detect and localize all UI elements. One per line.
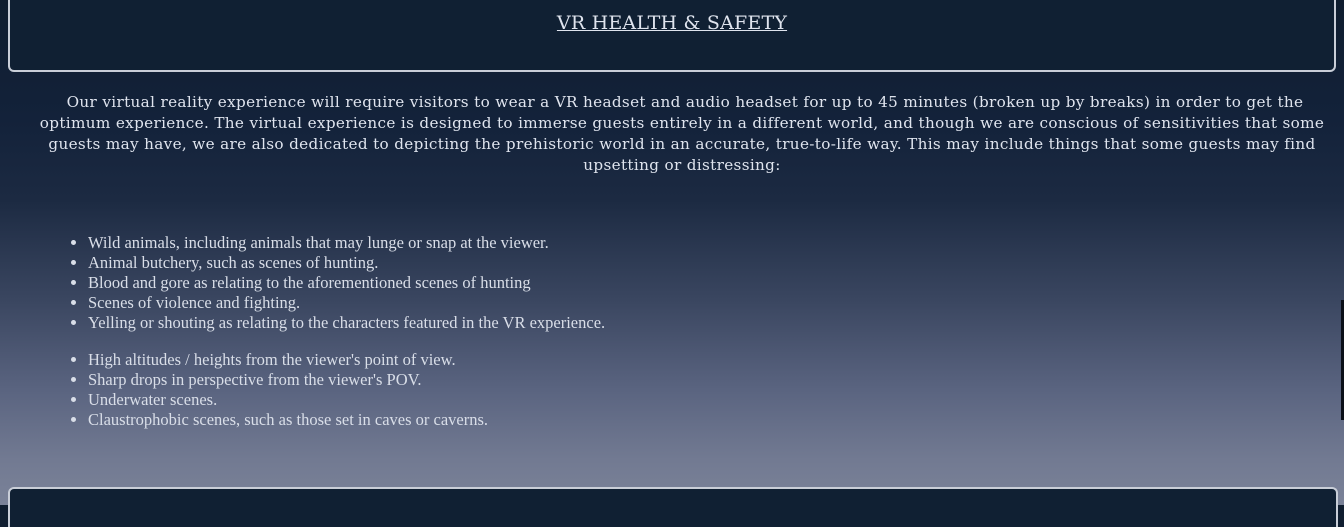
list-item: Blood and gore as relating to the aforem… (88, 273, 605, 293)
page-title: VR HEALTH & SAFETY (556, 12, 788, 34)
list-item: Yelling or shouting as relating to the c… (88, 313, 605, 333)
list-item: Scenes of violence and fighting. (88, 293, 605, 313)
list-item: Wild animals, including animals that may… (88, 233, 605, 253)
footer-panel (8, 487, 1338, 527)
intro-paragraph: Our virtual reality experience will requ… (39, 93, 1325, 174)
header-panel: VR HEALTH & SAFETY (8, 0, 1336, 72)
list-item: Sharp drops in perspective from the view… (88, 370, 488, 390)
list-item: Underwater scenes. (88, 390, 488, 410)
list-item: High altitudes / heights from the viewer… (88, 350, 488, 370)
content-warnings-list: Wild animals, including animals that may… (48, 233, 605, 333)
list-item: Claustrophobic scenes, such as those set… (88, 410, 488, 430)
list-item: Animal butchery, such as scenes of hunti… (88, 253, 605, 273)
physical-warnings-list: High altitudes / heights from the viewer… (48, 350, 488, 430)
